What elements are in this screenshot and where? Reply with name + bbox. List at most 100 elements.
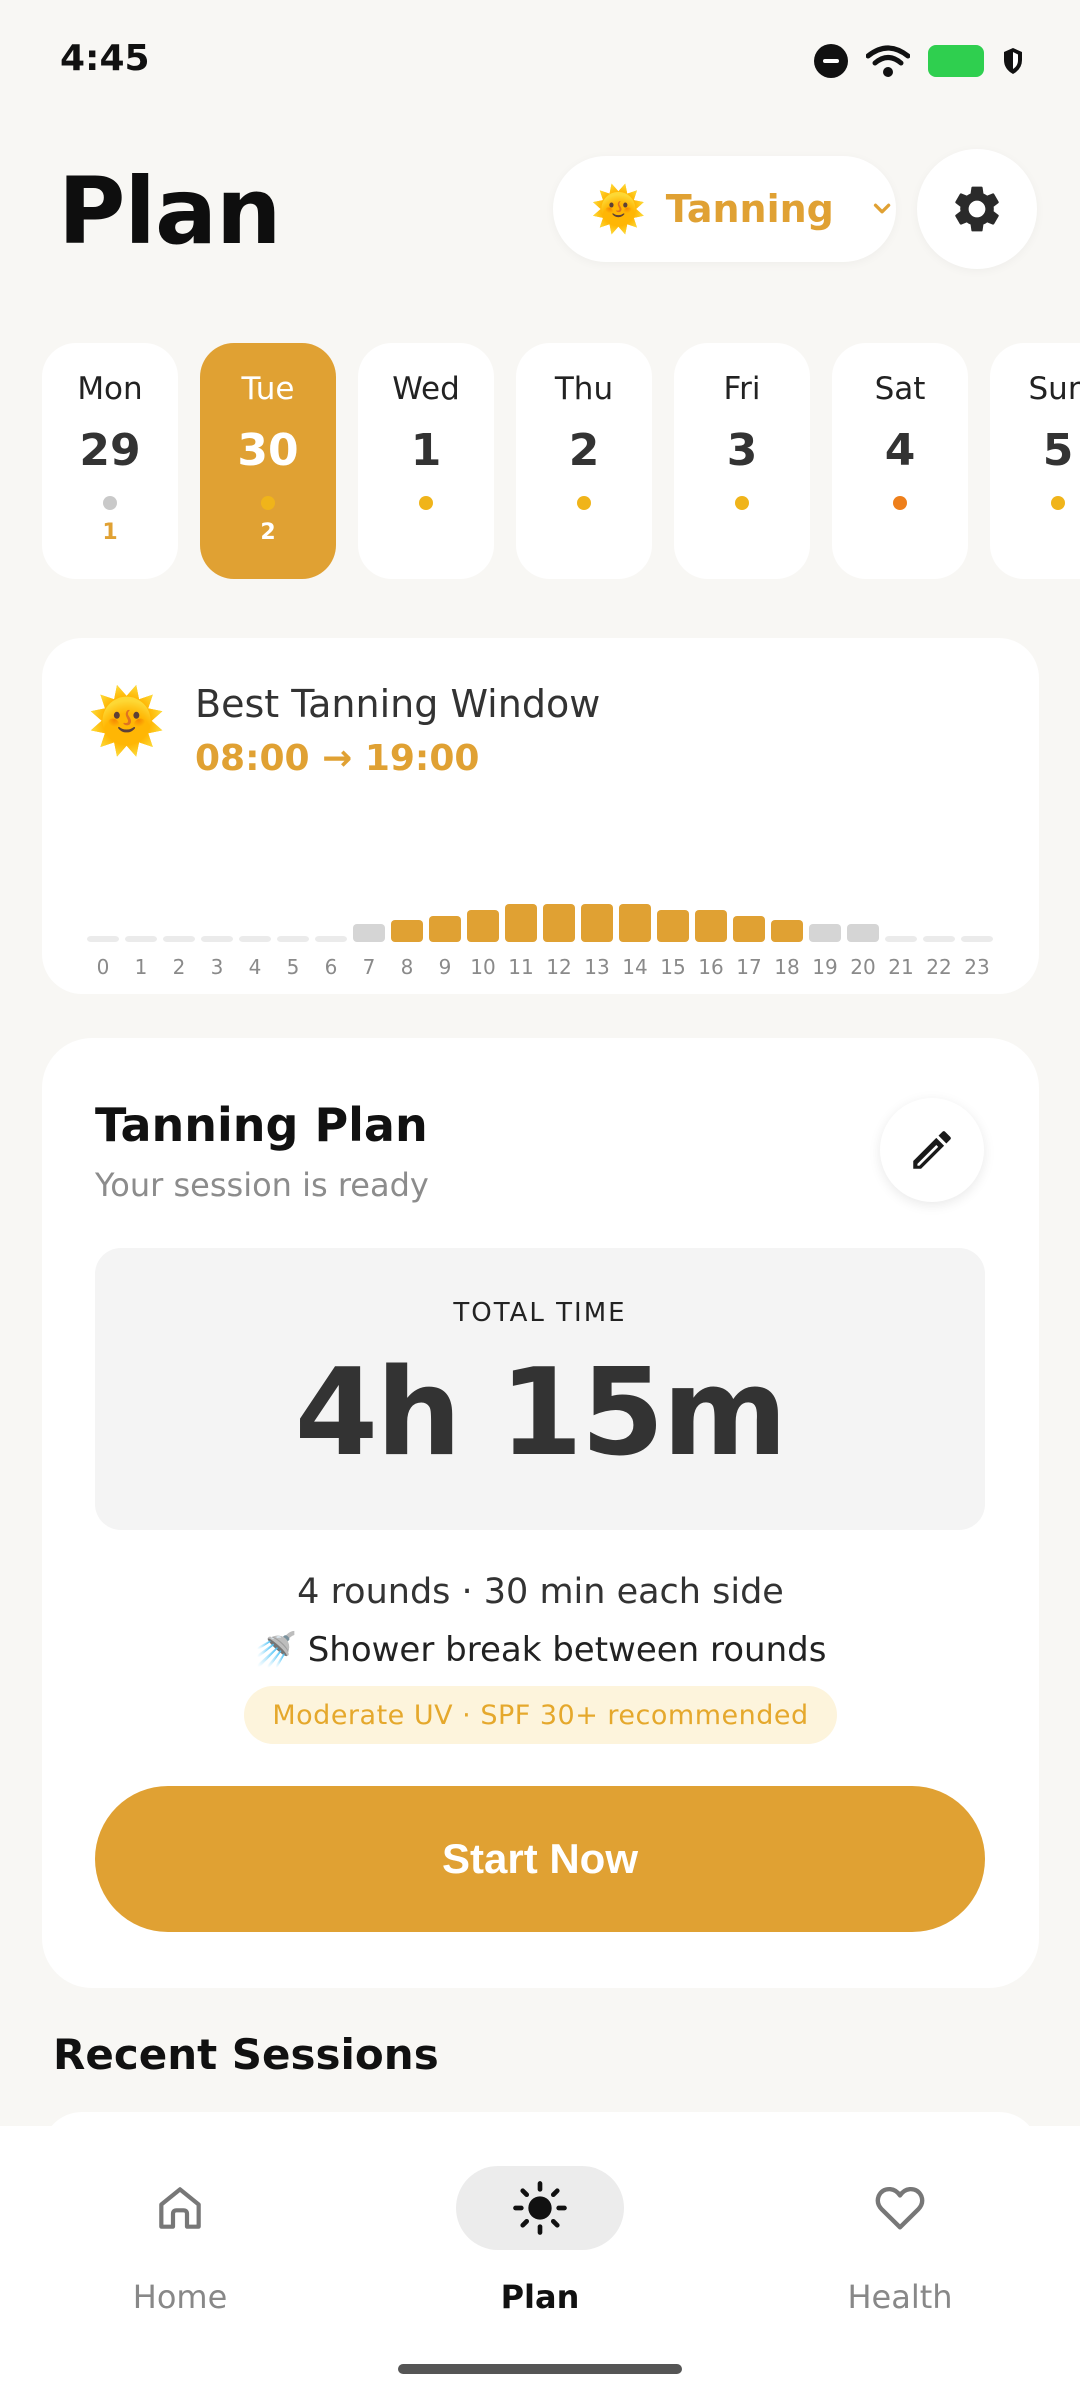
window-range: 08:00 → 19:00 <box>195 738 480 779</box>
settings-button[interactable] <box>917 149 1037 269</box>
shield-icon <box>1004 48 1022 74</box>
hour-label: 18 <box>774 955 799 978</box>
day-name: Sun <box>1028 371 1080 407</box>
day-wed[interactable]: Wed 1 <box>358 343 494 579</box>
status-icons <box>814 44 1024 78</box>
hour-label: 8 <box>401 955 414 978</box>
day-sun[interactable]: Sun 5 <box>990 343 1080 579</box>
hour-bar <box>391 920 423 942</box>
plan-subtitle: Your session is ready <box>95 1166 429 1204</box>
plan-title: Tanning Plan <box>95 1098 428 1152</box>
day-name: Sat <box>874 371 926 407</box>
hour-bar <box>239 936 271 942</box>
uv-dot <box>1051 496 1065 510</box>
nav-home-label: Home <box>132 2278 228 2316</box>
hour-bar <box>315 936 347 942</box>
hour-label: 9 <box>439 955 452 978</box>
hour-bar <box>657 910 689 942</box>
hour-bar <box>505 904 537 942</box>
hour-label: 12 <box>546 955 571 978</box>
day-fri[interactable]: Fri 3 <box>674 343 810 579</box>
day-name: Wed <box>392 371 460 407</box>
start-now-button[interactable]: Start Now <box>95 1786 985 1932</box>
uv-dot <box>735 496 749 510</box>
bottom-nav: Home Plan Health <box>0 2126 1080 2400</box>
hour-label: 7 <box>363 955 376 978</box>
window-title: Best Tanning Window <box>195 682 601 726</box>
hour-label: 22 <box>926 955 951 978</box>
sun-icon: 🌞 <box>88 684 166 757</box>
hour-bar <box>923 936 955 942</box>
sun-icon: 🌞 <box>591 184 646 235</box>
day-number: 30 <box>237 425 299 476</box>
hour-bar <box>277 936 309 942</box>
hour-label: 21 <box>888 955 913 978</box>
hour-bar <box>847 924 879 942</box>
day-number: 5 <box>1042 425 1074 476</box>
uv-dot <box>893 496 907 510</box>
total-time-label: TOTAL TIME <box>453 1298 627 1328</box>
nav-home-icon-wrap <box>96 2166 264 2250</box>
hour-label: 20 <box>850 955 875 978</box>
uv-dot <box>419 496 433 510</box>
total-time-box: TOTAL TIME 4h 15m <box>95 1248 985 1530</box>
day-sat[interactable]: Sat 4 <box>832 343 968 579</box>
day-number: 1 <box>410 425 442 476</box>
hour-label: 15 <box>660 955 685 978</box>
hour-bar <box>695 910 727 942</box>
nav-plan[interactable]: Plan <box>390 2166 690 2316</box>
hour-bar <box>581 904 613 942</box>
heart-icon <box>875 2186 925 2230</box>
shower-icon: 🚿 <box>254 1630 297 1670</box>
day-tue[interactable]: Tue 30 2 <box>200 343 336 579</box>
page-title: Plan <box>58 158 282 265</box>
uv-hour-chart: 0 1 2 3 4 5 6 7 8 9 10 11 12 13 14 15 16 17 18 19 20 21 22 23 <box>87 904 993 978</box>
hour-bar <box>201 936 233 942</box>
hour-bar <box>87 936 119 942</box>
gear-icon <box>955 186 999 232</box>
mode-selector[interactable]: 🌞 Tanning <box>553 156 896 262</box>
day-name: Thu <box>554 371 614 407</box>
wifi-icon <box>866 45 910 77</box>
chevron-down-icon <box>873 203 891 214</box>
nav-plan-label: Plan <box>500 2278 580 2316</box>
hour-bar <box>733 916 765 942</box>
uv-badge: Moderate UV · SPF 30+ recommended <box>244 1686 837 1744</box>
hour-label: 19 <box>812 955 837 978</box>
total-time-value: 4h 15m <box>294 1344 788 1483</box>
do-not-disturb-icon <box>814 44 848 78</box>
uv-dot <box>261 496 275 510</box>
uv-dot <box>577 496 591 510</box>
hour-label: 13 <box>584 955 609 978</box>
nav-home[interactable]: Home <box>30 2166 330 2316</box>
edit-plan-button[interactable] <box>880 1098 984 1202</box>
hour-label: 3 <box>211 955 224 978</box>
hour-label: 16 <box>698 955 723 978</box>
hour-bar <box>885 936 917 942</box>
day-number: 29 <box>79 425 141 476</box>
day-mon[interactable]: Mon 29 1 <box>42 343 178 579</box>
home-indicator <box>398 2364 682 2374</box>
hour-label: 17 <box>736 955 761 978</box>
home-icon <box>159 2187 201 2229</box>
hour-label: 23 <box>964 955 989 978</box>
hour-label: 10 <box>470 955 495 978</box>
hour-bar <box>543 904 575 942</box>
pencil-icon <box>913 1131 951 1169</box>
day-thu[interactable]: Thu 2 <box>516 343 652 579</box>
hour-bar <box>353 924 385 942</box>
day-number: 3 <box>726 425 758 476</box>
sun-icon <box>513 2181 567 2235</box>
shower-text: Shower break between rounds <box>307 1630 827 1670</box>
hour-label: 5 <box>287 955 300 978</box>
day-name: Tue <box>241 371 295 407</box>
nav-health[interactable]: Health <box>750 2166 1050 2316</box>
day-number: 2 <box>568 425 600 476</box>
hour-bar <box>125 936 157 942</box>
rounds-summary: 4 rounds · 30 min each side <box>297 1572 784 1612</box>
status-time: 4:45 <box>60 38 150 79</box>
uv-dot <box>103 496 117 510</box>
shower-note: 🚿 Shower break between rounds <box>42 1630 1039 1670</box>
nav-health-icon-wrap <box>816 2166 984 2250</box>
hour-label: 2 <box>173 955 186 978</box>
